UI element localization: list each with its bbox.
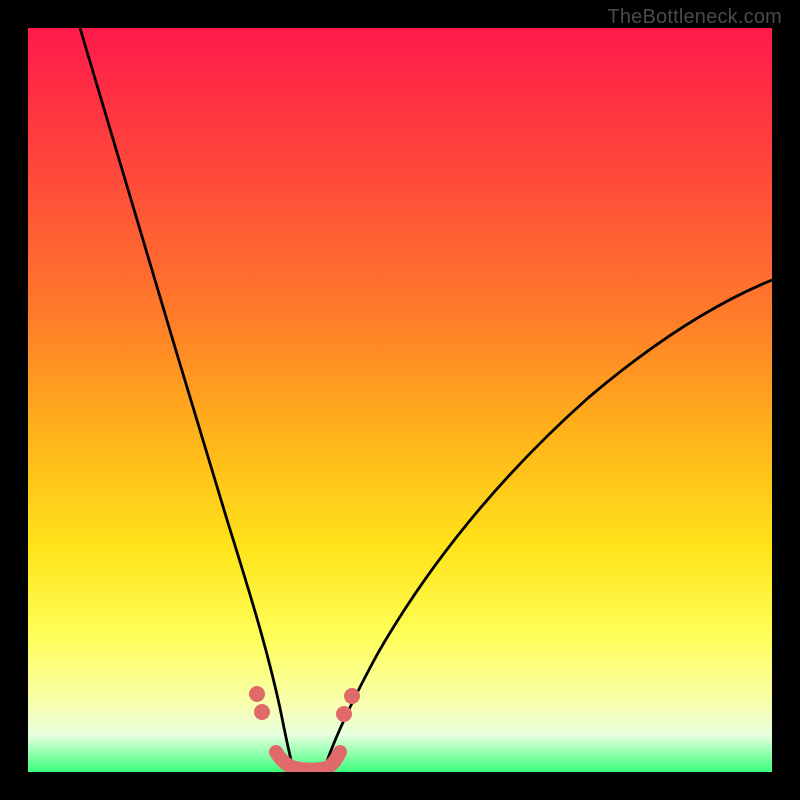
plot-gradient-area [28,28,772,772]
chart-frame: TheBottleneck.com [0,0,800,800]
watermark-text: TheBottleneck.com [607,6,782,29]
